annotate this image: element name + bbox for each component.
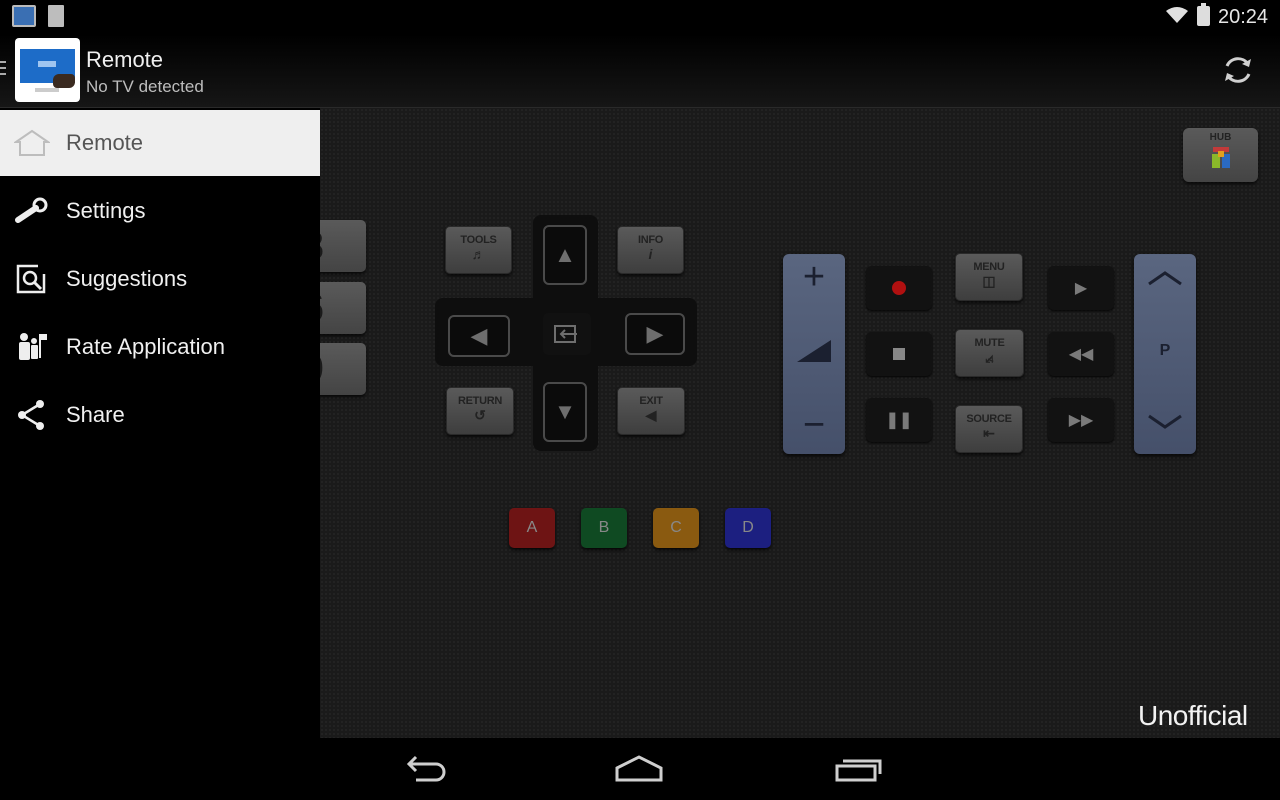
source-label: SOURCE — [966, 413, 1012, 425]
drawer-indicator-icon[interactable] — [0, 61, 6, 81]
enter-icon — [554, 325, 577, 343]
menu-label: MENU — [973, 261, 1005, 273]
info-button[interactable]: INFO i — [617, 226, 684, 274]
channel-label: P — [1159, 342, 1171, 359]
drawer-item-remote[interactable]: Remote — [0, 110, 320, 176]
action-bar: Remote No TV detected — [0, 34, 1280, 108]
dpad-down-button[interactable]: ▼ — [543, 382, 587, 442]
record-button[interactable] — [866, 266, 932, 310]
drawer-item-share[interactable]: Share — [0, 382, 320, 448]
rewind-icon: ◀◀ — [1068, 346, 1094, 363]
home-icon — [14, 125, 50, 161]
arrow-down-icon: ▼ — [554, 399, 576, 424]
dpad-right-button[interactable]: ▶ — [625, 313, 685, 355]
volume-icon — [797, 340, 831, 362]
volume-down-button[interactable]: − — [783, 404, 845, 447]
record-icon — [892, 281, 906, 295]
arrow-up-icon: ▲ — [554, 242, 576, 267]
navigation-drawer: Remote Settings Suggestions Rate Applica… — [0, 108, 320, 738]
menu-icon: ◫ — [982, 273, 996, 289]
refresh-icon[interactable] — [1218, 50, 1258, 90]
info-icon: i — [648, 246, 653, 262]
drawer-item-label: Suggestions — [66, 266, 188, 291]
stop-button[interactable] — [866, 332, 932, 376]
fast-forward-button[interactable]: ▶▶ — [1048, 398, 1114, 442]
app-title: Remote — [86, 47, 164, 72]
color-key-c[interactable]: C — [653, 508, 699, 548]
hub-label: HUB — [1209, 132, 1232, 143]
people-flag-icon — [14, 329, 50, 365]
exit-icon: ◀ — [645, 407, 657, 423]
sd-card-icon — [48, 5, 64, 27]
back-icon[interactable] — [400, 752, 450, 786]
arrow-right-icon: ▶ — [646, 321, 664, 346]
recent-apps-icon[interactable] — [834, 752, 884, 786]
drawer-item-suggestions[interactable]: Suggestions — [0, 246, 320, 312]
color-key-a[interactable]: A — [509, 508, 555, 548]
unofficial-watermark: Unofficial — [1138, 700, 1248, 731]
pause-button[interactable]: ❚❚ — [866, 398, 932, 442]
share-icon — [14, 397, 50, 433]
source-button[interactable]: SOURCE ⇤ — [955, 405, 1023, 453]
status-bar: 20:24 — [0, 0, 1280, 34]
fast-forward-icon: ▶▶ — [1068, 412, 1094, 429]
chevron-down-icon — [1148, 414, 1182, 429]
exit-button[interactable]: EXIT ◀ — [617, 387, 685, 435]
app-icon[interactable] — [15, 38, 80, 102]
color-key-d[interactable]: D — [725, 508, 771, 548]
return-icon: ↺ — [474, 407, 486, 423]
hub-icon — [1211, 147, 1230, 168]
clock: 20:24 — [1218, 6, 1269, 28]
color-key-b[interactable]: B — [581, 508, 627, 548]
tools-icon: ♬ — [471, 246, 486, 262]
dpad-left-button[interactable]: ◀ — [448, 315, 510, 357]
drawer-item-rate-application[interactable]: Rate Application — [0, 314, 320, 380]
drawer-item-label: Remote — [66, 130, 144, 155]
drawer-item-settings[interactable]: Settings — [0, 178, 320, 244]
battery-icon — [1197, 3, 1210, 26]
smart-hub-button[interactable]: HUB — [1183, 128, 1258, 182]
play-icon: ▶ — [1074, 280, 1088, 297]
connection-status: No TV detected — [86, 77, 204, 96]
chevron-up-icon — [1148, 271, 1182, 286]
tools-label: TOOLS — [460, 234, 497, 246]
tools-button[interactable]: TOOLS ♬ — [445, 226, 512, 274]
menu-button[interactable]: MENU ◫ — [955, 253, 1023, 301]
volume-rocker[interactable]: + − — [783, 254, 845, 454]
channel-down-button[interactable] — [1134, 414, 1196, 430]
mute-icon: ⦯ — [985, 349, 994, 365]
screen: 20:24 HUB 8 6 9 TOOLS ♬ INFO i RETURN ↺ … — [0, 0, 1280, 800]
return-button[interactable]: RETURN ↺ — [446, 387, 514, 435]
drawer-item-label: Rate Application — [66, 334, 225, 359]
channel-rocker[interactable]: P — [1134, 254, 1196, 454]
stop-icon — [893, 348, 905, 360]
arrow-left-icon: ◀ — [470, 323, 488, 348]
dpad-enter-button[interactable] — [543, 313, 591, 355]
rewind-button[interactable]: ◀◀ — [1048, 332, 1114, 376]
dpad-up-button[interactable]: ▲ — [543, 225, 587, 285]
tv-notification-icon — [12, 5, 36, 27]
wifi-icon — [1166, 7, 1188, 23]
channel-up-button[interactable] — [1134, 270, 1196, 286]
exit-label: EXIT — [639, 395, 663, 407]
system-navigation-bar — [0, 738, 1280, 800]
search-box-icon — [14, 261, 50, 297]
wrench-icon — [14, 193, 50, 229]
pause-icon: ❚❚ — [885, 412, 913, 429]
mute-button[interactable]: MUTE ⦯ — [955, 329, 1024, 377]
mute-label: MUTE — [974, 337, 1005, 349]
home-nav-icon[interactable] — [614, 752, 664, 786]
volume-up-button[interactable]: + — [783, 256, 845, 299]
return-label: RETURN — [457, 395, 503, 407]
drawer-item-label: Share — [66, 402, 125, 427]
play-button[interactable]: ▶ — [1048, 266, 1114, 310]
drawer-item-label: Settings — [66, 198, 146, 223]
info-label: INFO — [637, 234, 664, 246]
source-icon: ⇤ — [983, 425, 995, 441]
